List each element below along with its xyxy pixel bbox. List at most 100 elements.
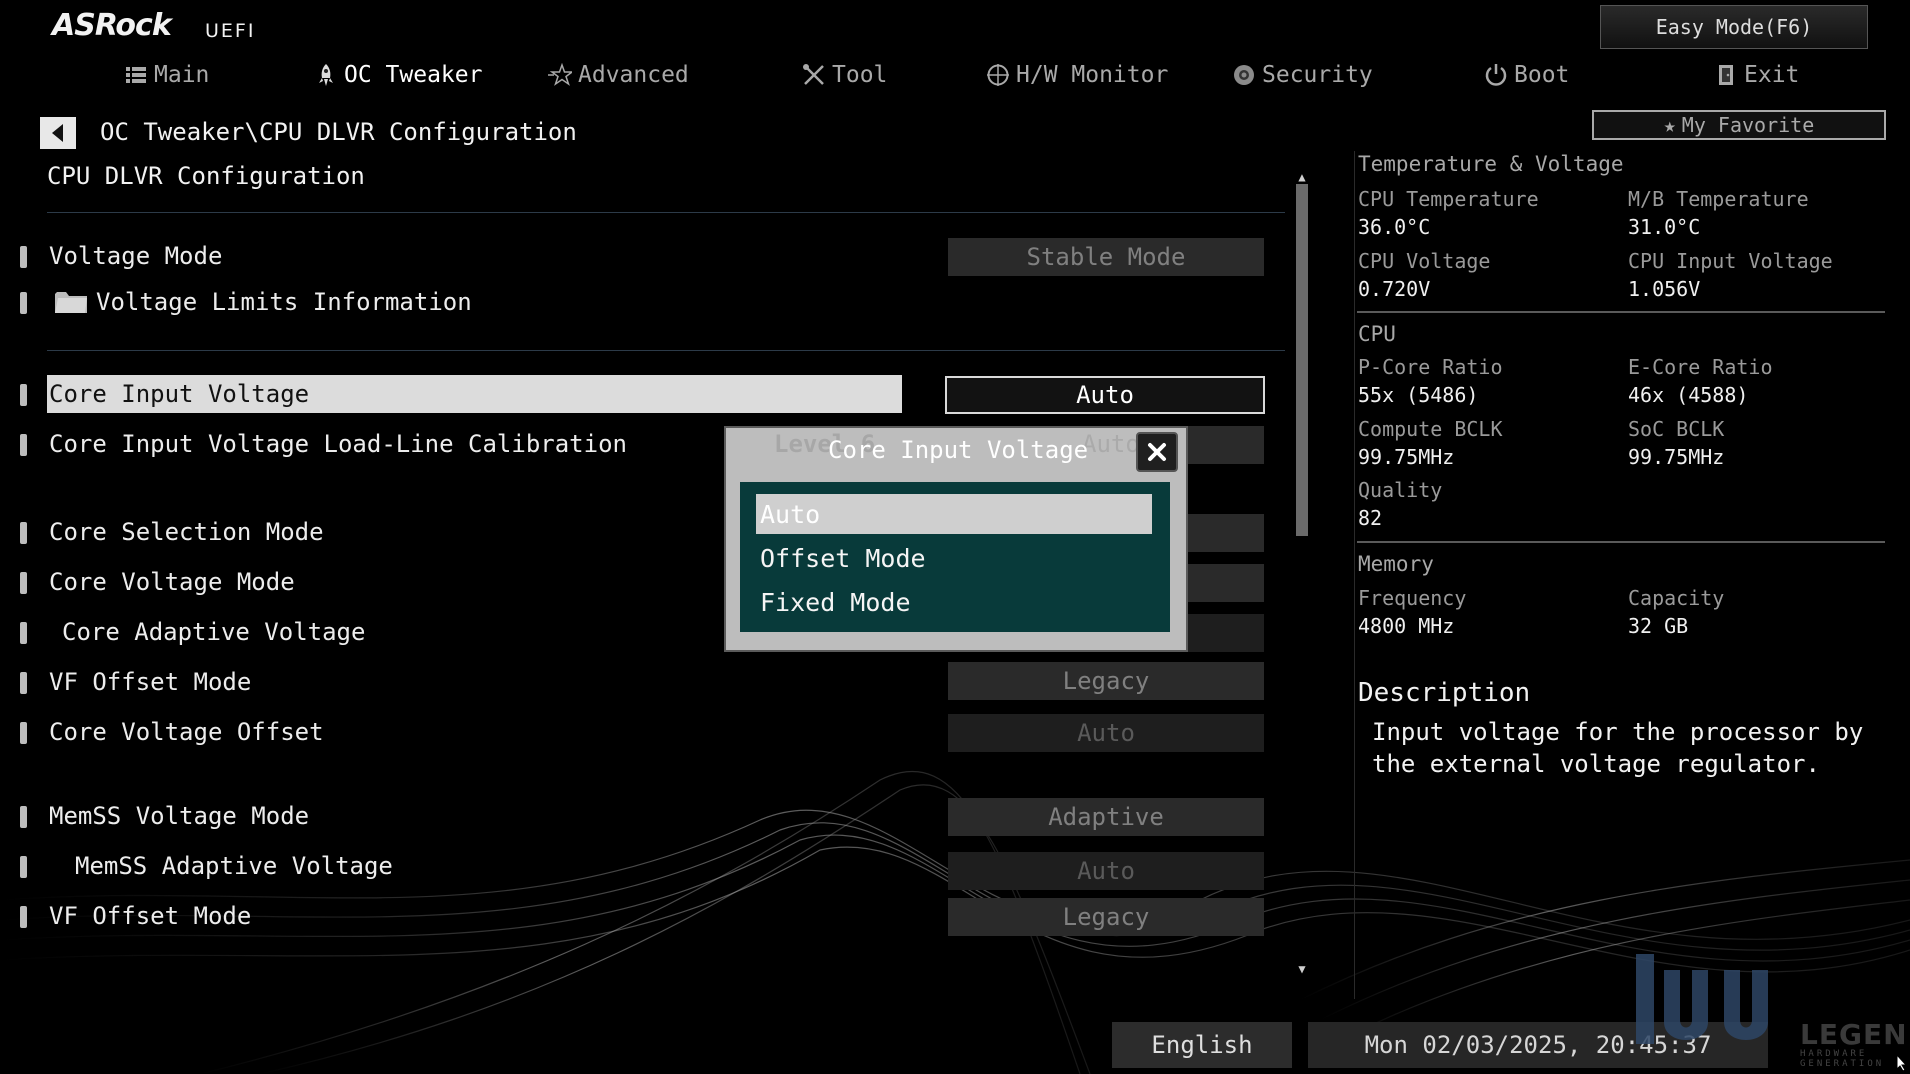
option-auto[interactable]: Auto	[756, 494, 1152, 534]
back-arrow-icon	[52, 124, 63, 142]
cpu-voltage-value: 0.720V	[1358, 277, 1431, 301]
tab-main[interactable]: Main	[124, 58, 209, 92]
ecore-ratio-label: E-Core Ratio	[1628, 355, 1773, 379]
value-vf-offset-mode-2[interactable]: Legacy	[948, 898, 1264, 936]
mb-temp-label: M/B Temperature	[1628, 187, 1809, 211]
value-voltage-mode[interactable]: Stable Mode	[948, 238, 1264, 276]
setting-core-voltage-offset[interactable]: Core Voltage Offset	[49, 718, 324, 746]
setting-voltage-mode[interactable]: Voltage Mode	[49, 242, 222, 270]
compute-bclk-value: 99.75MHz	[1358, 445, 1455, 469]
watermark-subtext: HARDWARE GENERATION	[1800, 1049, 1885, 1069]
value-memss-adaptive-voltage[interactable]: Auto	[948, 852, 1264, 890]
row-marker	[20, 384, 27, 406]
tab-label: Boot	[1514, 62, 1570, 88]
section-title-temp-voltage: Temperature & Voltage	[1358, 152, 1624, 176]
quality-value: 82	[1358, 506, 1383, 530]
row-marker	[20, 292, 27, 314]
cpu-temp-value: 36.0°C	[1358, 215, 1431, 239]
row-marker	[20, 434, 27, 456]
mouse-cursor-icon	[1896, 1054, 1908, 1072]
star-icon: ★	[1663, 113, 1676, 137]
setting-core-input-voltage-llc[interactable]: Core Input Voltage Load-Line Calibration	[49, 430, 627, 458]
tab-label: OC Tweaker	[344, 62, 483, 88]
watermark-text: LEGEND	[1800, 1018, 1910, 1051]
setting-memss-voltage-mode[interactable]: MemSS Voltage Mode	[49, 802, 309, 830]
setting-core-selection-mode[interactable]: Core Selection Mode	[49, 518, 324, 546]
setting-memss-adaptive-voltage[interactable]: MemSS Adaptive Voltage	[75, 852, 393, 880]
divider	[1357, 311, 1885, 313]
option-fixed-mode[interactable]: Fixed Mode	[756, 582, 1152, 622]
soc-bclk-label: SoC BCLK	[1628, 417, 1725, 441]
scrollbar-thumb[interactable]	[1296, 184, 1308, 536]
tab-label: Exit	[1744, 62, 1800, 88]
setting-vf-offset-mode[interactable]: VF Offset Mode	[49, 668, 251, 696]
description-text: Input voltage for the processor by the e…	[1372, 718, 1864, 778]
language-button[interactable]: English	[1112, 1022, 1292, 1068]
tab-security[interactable]: Security	[1232, 58, 1373, 92]
section-title-cpu: CPU	[1358, 322, 1396, 346]
row-marker	[20, 856, 27, 878]
value-vf-offset-mode[interactable]: Legacy	[948, 662, 1264, 700]
value-memss-voltage-mode[interactable]: Adaptive	[948, 798, 1264, 836]
power-icon	[1485, 64, 1507, 86]
tools-icon	[803, 64, 824, 85]
memory-capacity-label: Capacity	[1628, 586, 1725, 610]
setting-vf-offset-mode-2[interactable]: VF Offset Mode	[49, 902, 251, 930]
compute-bclk-label: Compute BCLK	[1358, 417, 1503, 441]
background-value-ghost: Auto	[1082, 430, 1140, 458]
option-offset-mode[interactable]: Offset Mode	[756, 538, 1152, 578]
watermark-logo	[1636, 954, 1768, 1044]
setting-voltage-limits-information[interactable]: Voltage Limits Information	[96, 288, 472, 316]
scroll-down-icon[interactable]: ▼	[1295, 962, 1309, 976]
row-marker	[20, 522, 27, 544]
scroll-up-icon[interactable]: ▲	[1295, 170, 1309, 184]
cpu-temp-label: CPU Temperature	[1358, 187, 1539, 211]
breadcrumb: OC Tweaker\CPU DLVR Configuration	[100, 118, 577, 146]
divider	[47, 212, 1285, 213]
value-core-input-voltage[interactable]: Auto	[945, 376, 1265, 414]
row-marker	[20, 806, 27, 828]
tab-advanced[interactable]: Advanced	[548, 58, 689, 92]
row-marker	[20, 246, 27, 268]
tab-hw-monitor[interactable]: H/W Monitor	[986, 58, 1168, 92]
divider	[1357, 541, 1885, 543]
row-marker	[20, 906, 27, 928]
pcore-ratio-value: 55x (5486)	[1358, 383, 1479, 407]
option-list: Auto Offset Mode Fixed Mode	[740, 482, 1170, 632]
tab-boot[interactable]: Boot	[1484, 58, 1569, 92]
setting-core-input-voltage[interactable]: Core Input Voltage	[49, 380, 309, 408]
tab-oc-tweaker[interactable]: OC Tweaker	[314, 58, 482, 92]
monitor-crosshair-icon	[987, 64, 1009, 86]
easy-mode-button[interactable]: Easy Mode(F6)	[1600, 5, 1868, 49]
close-button[interactable]	[1136, 432, 1178, 472]
my-favorite-button[interactable]: ★ My Favorite	[1592, 110, 1886, 140]
description-title: Description	[1358, 678, 1531, 708]
memory-frequency-value: 4800 MHz	[1358, 614, 1455, 638]
asrock-logo: ASRock	[52, 8, 172, 43]
row-marker	[20, 622, 27, 644]
tab-exit[interactable]: Exit	[1714, 58, 1799, 92]
row-marker	[20, 572, 27, 594]
cpu-input-voltage-label: CPU Input Voltage	[1628, 249, 1833, 273]
cpu-input-voltage-value: 1.056V	[1628, 277, 1701, 301]
back-button[interactable]	[40, 117, 76, 149]
page-title: CPU DLVR Configuration	[47, 162, 365, 190]
uefi-label: UEFI	[205, 20, 256, 42]
folder-icon	[54, 288, 88, 318]
quality-label: Quality	[1358, 478, 1443, 502]
rocket-icon	[319, 64, 333, 86]
ecore-ratio-value: 46x (4588)	[1628, 383, 1749, 407]
tab-label: H/W Monitor	[1016, 62, 1169, 88]
hardware-monitor-panel	[1354, 151, 1899, 999]
star-icon	[548, 63, 572, 86]
row-marker	[20, 672, 27, 694]
tab-label: Security	[1262, 62, 1373, 88]
memory-frequency-label: Frequency	[1358, 586, 1467, 610]
memory-capacity-value: 32 GB	[1628, 614, 1689, 638]
setting-core-voltage-mode[interactable]: Core Voltage Mode	[49, 568, 295, 596]
tab-tool[interactable]: Tool	[802, 58, 887, 92]
soc-bclk-value: 99.75MHz	[1628, 445, 1725, 469]
setting-core-adaptive-voltage[interactable]: Core Adaptive Voltage	[62, 618, 365, 646]
my-favorite-label: My Favorite	[1681, 113, 1815, 137]
value-core-voltage-offset[interactable]: Auto	[948, 714, 1264, 752]
